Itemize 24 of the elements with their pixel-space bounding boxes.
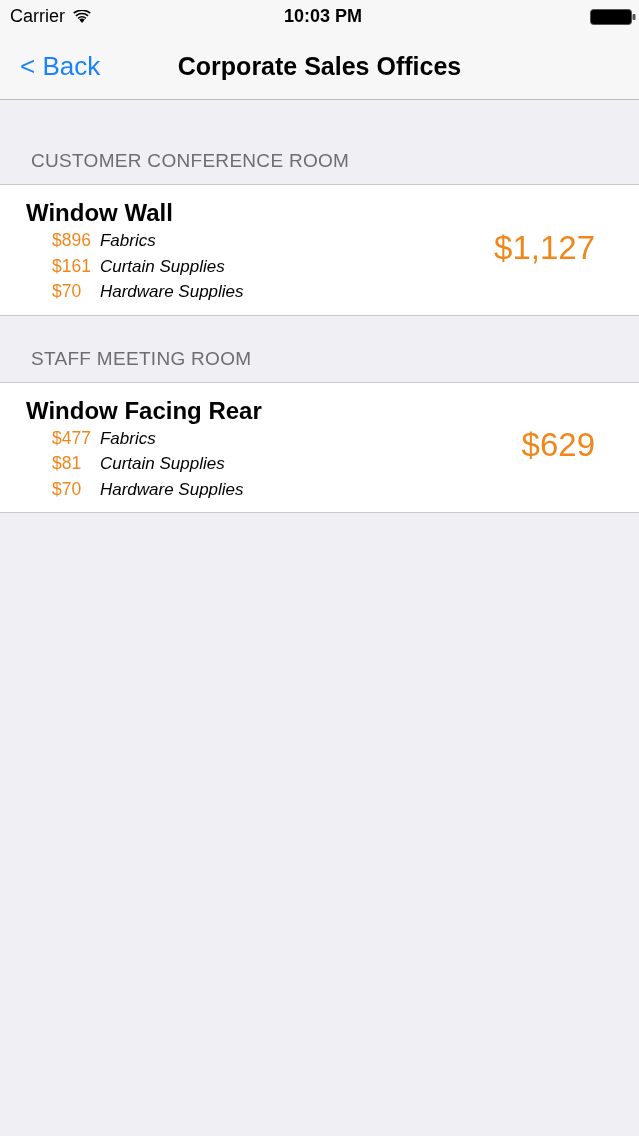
- item-total: $1,127: [494, 228, 595, 267]
- battery-icon: [590, 8, 636, 25]
- line-label: Hardware Supplies: [99, 478, 244, 501]
- back-button[interactable]: < Back: [0, 50, 101, 82]
- nav-title: Corporate Sales Offices: [177, 51, 462, 81]
- carrier-name: Carrier: [10, 6, 65, 27]
- section-header: STAFF MEETING ROOM: [31, 347, 252, 370]
- line-label: Curtain Supplies: [99, 453, 226, 475]
- line-label: Hardware Supplies: [99, 281, 244, 303]
- line-label: Curtain Supplies: [99, 255, 226, 278]
- wifi-icon: [73, 10, 91, 23]
- section-header: CUSTOMER CONFERENCE ROOM: [31, 150, 350, 172]
- line-amount: $81: [52, 452, 83, 475]
- line-label: Fabrics: [99, 230, 157, 252]
- status-time: 10:03 PM: [283, 6, 362, 27]
- line-amount: $477: [52, 426, 91, 450]
- line-label: Fabrics: [99, 427, 157, 450]
- item-title: Window Facing Rear: [26, 396, 262, 425]
- item-total: $629: [521, 426, 595, 465]
- line-amount: $70: [52, 280, 83, 303]
- item-title: Window Wall: [26, 199, 174, 227]
- line-amount: $896: [52, 229, 91, 252]
- line-amount: $161: [52, 254, 91, 278]
- line-amount: $70: [52, 477, 83, 501]
